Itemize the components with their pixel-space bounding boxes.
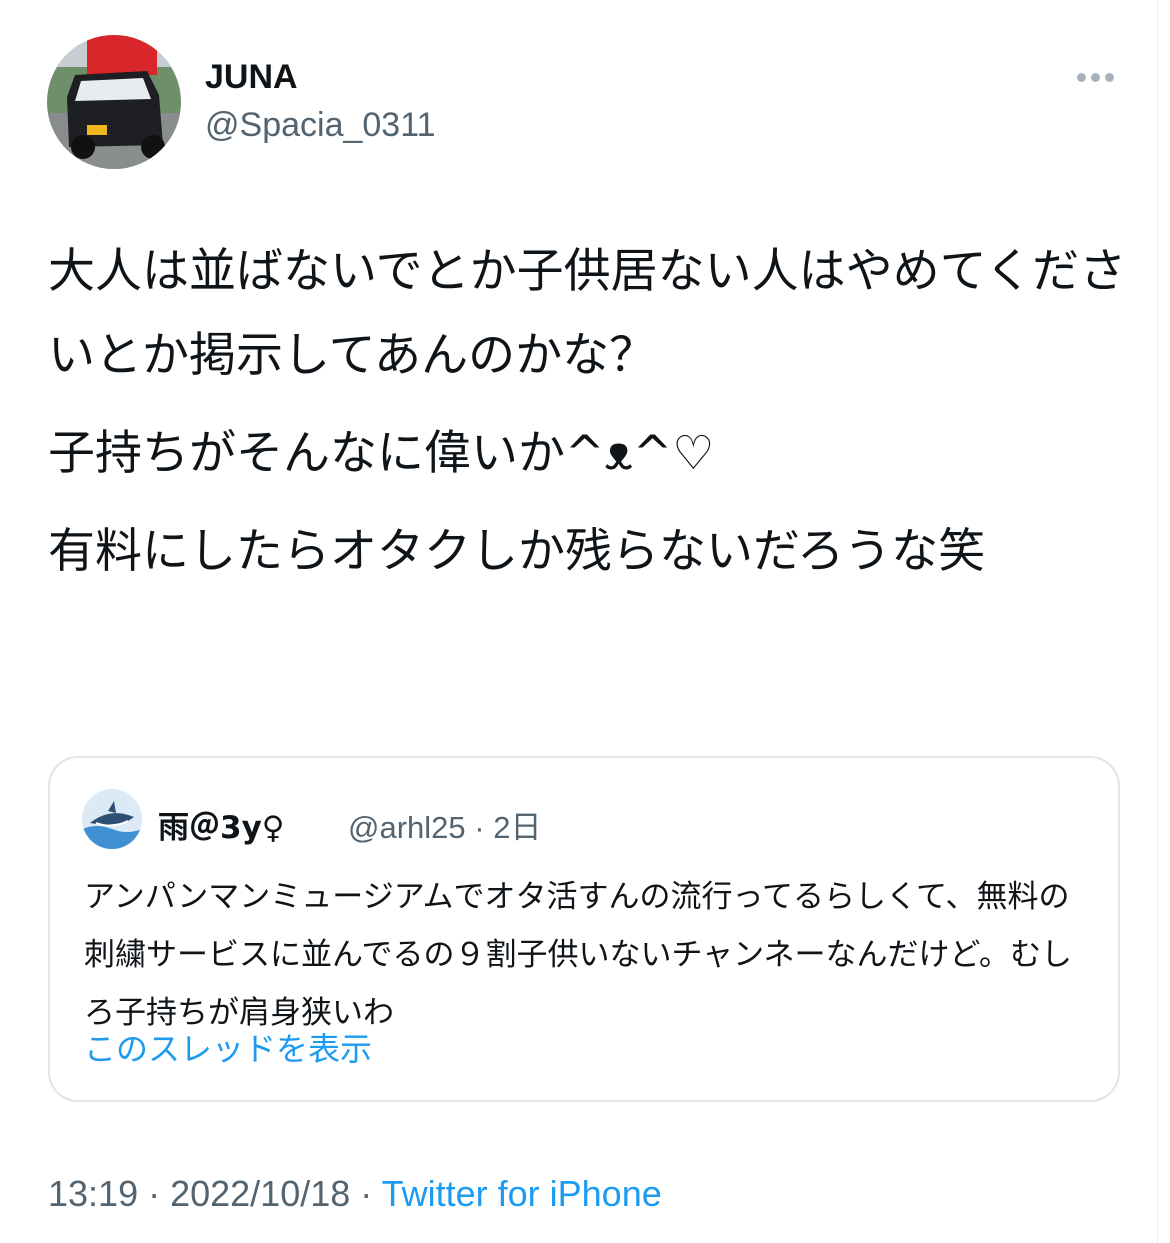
- author-display-name[interactable]: JUNA: [205, 58, 298, 97]
- quoted-author-handle[interactable]: @arhl25: [348, 810, 466, 845]
- tweet-body: 大人は並ばないでとか子供居ない人はやめてくださいとか掲示してあんのかな？ 子持ち…: [48, 230, 1128, 594]
- show-thread-link[interactable]: このスレッドを表示: [84, 1024, 372, 1070]
- more-dot: [1090, 72, 1100, 82]
- author-handle[interactable]: @Spacia_0311: [205, 106, 436, 145]
- tweet-footer-meta: 13:19 · 2022/10/18 · Twitter for iPhone: [48, 1173, 662, 1215]
- meta-separator: ·: [138, 1173, 171, 1214]
- shark-avatar-icon: [82, 789, 142, 849]
- quoted-tweet-text: アンパンマンミュージアムでオタ活すんの流行ってるらしくて、無料の刺繍サービスに並…: [84, 879, 1072, 1031]
- car-photo-avatar-icon: [47, 35, 181, 169]
- quoted-tweet-card[interactable]: 雨＠3y♀ @arhl25 · 2日 アンパンマンミュージアムでオタ活すんの流行…: [48, 756, 1120, 1102]
- quoted-tweet-meta: @arhl25 · 2日: [348, 802, 541, 847]
- tweet-paragraph: 子持ちがそんなに偉いか^ᴥ^♡: [48, 426, 715, 481]
- tweet-paragraph: 大人は並ばないでとか子供居ない人はやめてくださいとか掲示してあんのかな？: [48, 244, 1127, 383]
- tweet-date[interactable]: 2022/10/18: [170, 1173, 350, 1214]
- scrollbar-track: [1157, 0, 1170, 1243]
- author-avatar[interactable]: [47, 35, 181, 169]
- meta-separator: ·: [350, 1173, 382, 1214]
- more-dot: [1104, 72, 1114, 82]
- tweet-time[interactable]: 13:19: [48, 1173, 138, 1214]
- quoted-author-avatar[interactable]: [82, 789, 142, 849]
- meta-separator: ·: [465, 810, 494, 845]
- tweet-source-link[interactable]: Twitter for iPhone: [382, 1173, 662, 1214]
- more-options-button[interactable]: [1070, 62, 1120, 92]
- tweet-paragraph: 有料にしたらオタクしか残らないだろうな笑: [48, 524, 986, 579]
- quoted-author-display-name[interactable]: 雨＠3y♀: [158, 802, 284, 847]
- quoted-tweet-time[interactable]: 2日: [493, 810, 541, 845]
- more-dots-icon: [1076, 72, 1086, 82]
